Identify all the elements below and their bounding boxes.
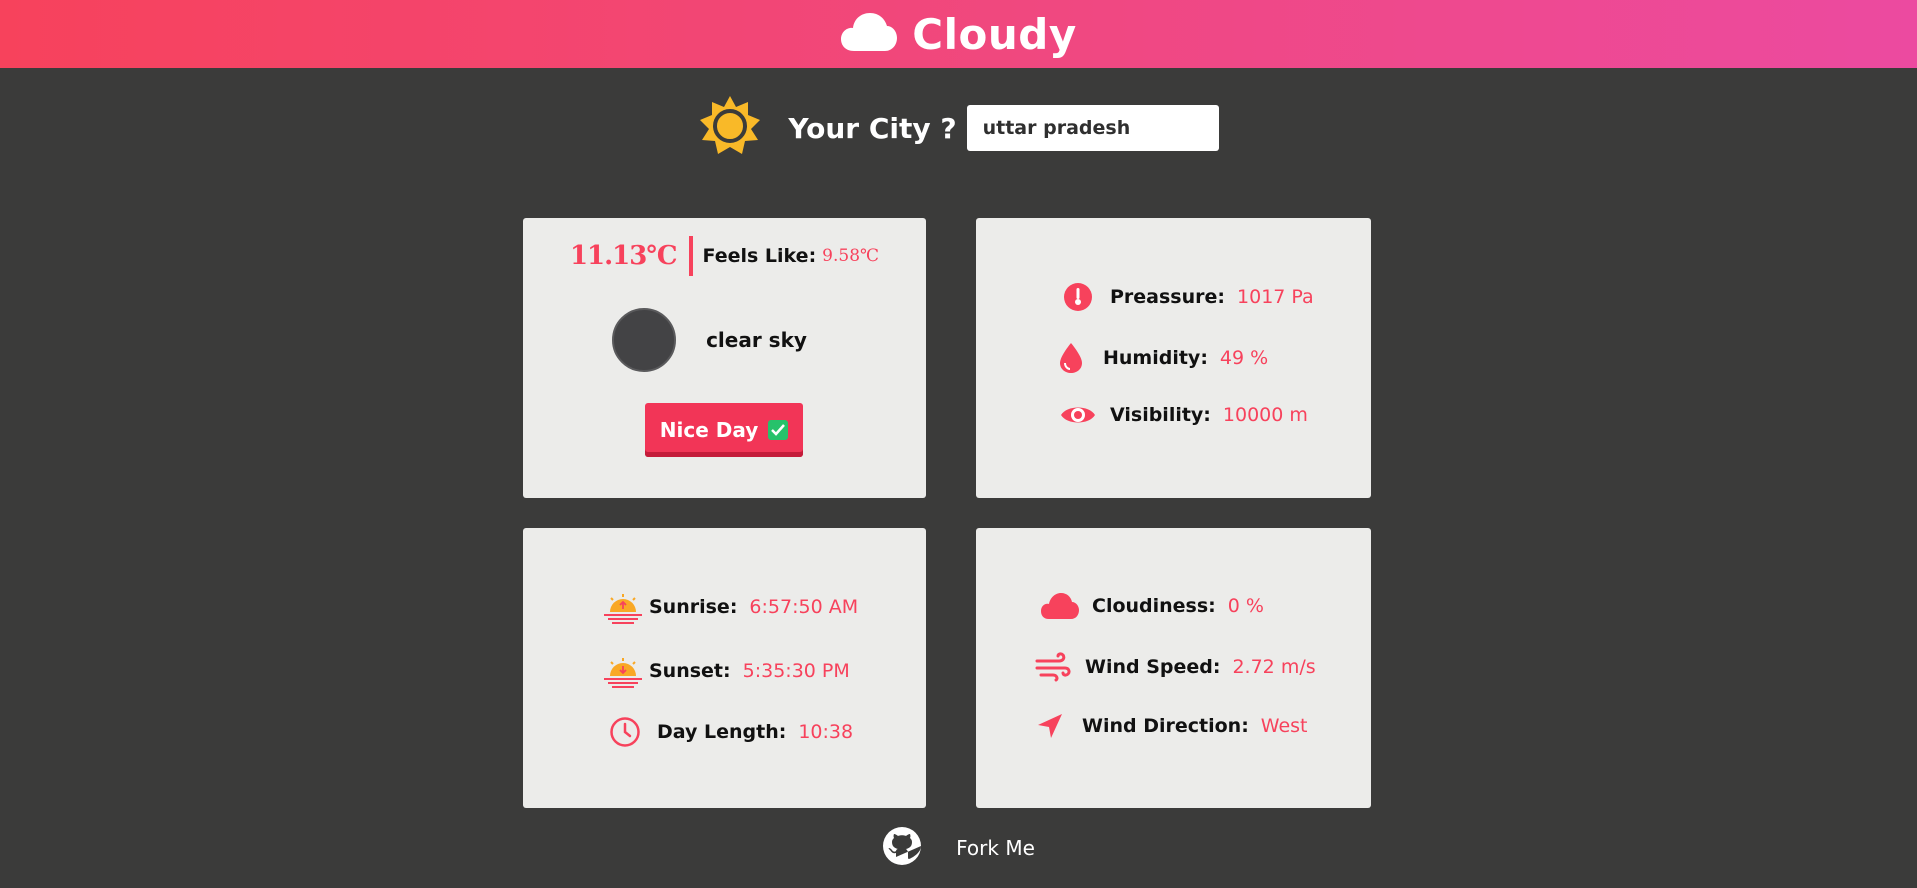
sunset-row: Sunset: 5:35:30 PM <box>601 654 850 688</box>
wind-speed-value: 2.72 m/s <box>1232 656 1316 678</box>
droplet-icon <box>1049 342 1093 374</box>
pressure-value: 1017 Pa <box>1237 286 1314 308</box>
humidity-label: Humidity: <box>1103 347 1208 369</box>
visibility-label: Visibility: <box>1110 404 1211 426</box>
wind-direction-label: Wind Direction: <box>1082 715 1249 737</box>
sun-icon <box>698 94 762 162</box>
condition-row: clear sky <box>523 308 926 372</box>
fork-me-link[interactable]: Fork Me <box>956 836 1035 860</box>
current-temperature: 11.13℃ <box>569 241 678 271</box>
visibility-row: Visibility: 10000 m <box>1056 402 1308 428</box>
wind-direction-value: West <box>1260 715 1308 737</box>
city-search: Your City ? <box>0 96 1917 160</box>
city-input[interactable] <box>966 105 1219 151</box>
cloud-icon <box>840 11 898 57</box>
app-title: Cloudy <box>912 9 1077 59</box>
wind-speed-row: Wind Speed: 2.72 m/s <box>1031 652 1316 682</box>
temperature-row: 11.13℃ Feels Like: 9.58℃ <box>523 236 926 276</box>
wind-card: Cloudiness: 0 % Wind Speed: 2.72 m/s Win… <box>976 528 1371 808</box>
wind-direction-row: Wind Direction: West <box>1028 712 1308 740</box>
humidity-value: 49 % <box>1219 347 1269 369</box>
humidity-row: Humidity: 49 % <box>1049 342 1268 374</box>
brand[interactable]: Cloudy <box>840 10 1076 59</box>
wind-icon <box>1031 652 1075 682</box>
cloudiness-row: Cloudiness: 0 % <box>1038 592 1264 620</box>
divider <box>688 236 693 276</box>
day-length-value: 10:38 <box>798 721 854 743</box>
sunrise-label: Sunrise: <box>649 596 738 618</box>
day-length-row: Day Length: 10:38 <box>603 716 853 748</box>
weather-condition-icon <box>612 308 677 372</box>
thermometer-icon <box>1056 282 1100 312</box>
sunset-icon <box>601 654 645 688</box>
pressure-label: Preassure: <box>1110 286 1226 308</box>
footer: Fork Me <box>0 826 1917 870</box>
clock-icon <box>603 716 647 748</box>
cloudiness-value: 0 % <box>1227 595 1264 617</box>
feels-like-label: Feels Like: <box>702 245 817 267</box>
visibility-value: 10000 m <box>1222 404 1308 426</box>
temperature-card: 11.13℃ Feels Like: 9.58℃ clear sky Nice … <box>523 218 926 498</box>
sunrise-row: Sunrise: 6:57:50 AM <box>601 590 858 624</box>
atmosphere-card: Preassure: 1017 Pa Humidity: 49 % Visibi… <box>976 218 1371 498</box>
sunrise-value: 6:57:50 AM <box>749 596 859 618</box>
feels-like-value: 9.58℃ <box>822 246 880 266</box>
cloudiness-label: Cloudiness: <box>1092 595 1216 617</box>
navigation-arrow-icon <box>1028 712 1072 740</box>
day-length-label: Day Length: <box>657 721 787 743</box>
sunset-value: 5:35:30 PM <box>742 660 850 682</box>
sunset-label: Sunset: <box>649 660 731 682</box>
cloud-icon <box>1038 592 1082 620</box>
city-label: Your City ? <box>788 111 957 145</box>
check-icon <box>768 420 789 440</box>
pressure-row: Preassure: 1017 Pa <box>1056 282 1314 312</box>
nice-day-button[interactable]: Nice Day <box>645 403 803 457</box>
condition-text: clear sky <box>706 328 807 352</box>
app-header: Cloudy <box>0 0 1917 68</box>
eye-icon <box>1056 402 1100 428</box>
nice-day-label: Nice Day <box>659 418 759 442</box>
wind-speed-label: Wind Speed: <box>1085 656 1221 678</box>
sunrise-icon <box>601 590 645 624</box>
github-icon[interactable] <box>882 826 922 870</box>
sun-card: Sunrise: 6:57:50 AM Sunset: 5:35:30 PM D… <box>523 528 926 808</box>
